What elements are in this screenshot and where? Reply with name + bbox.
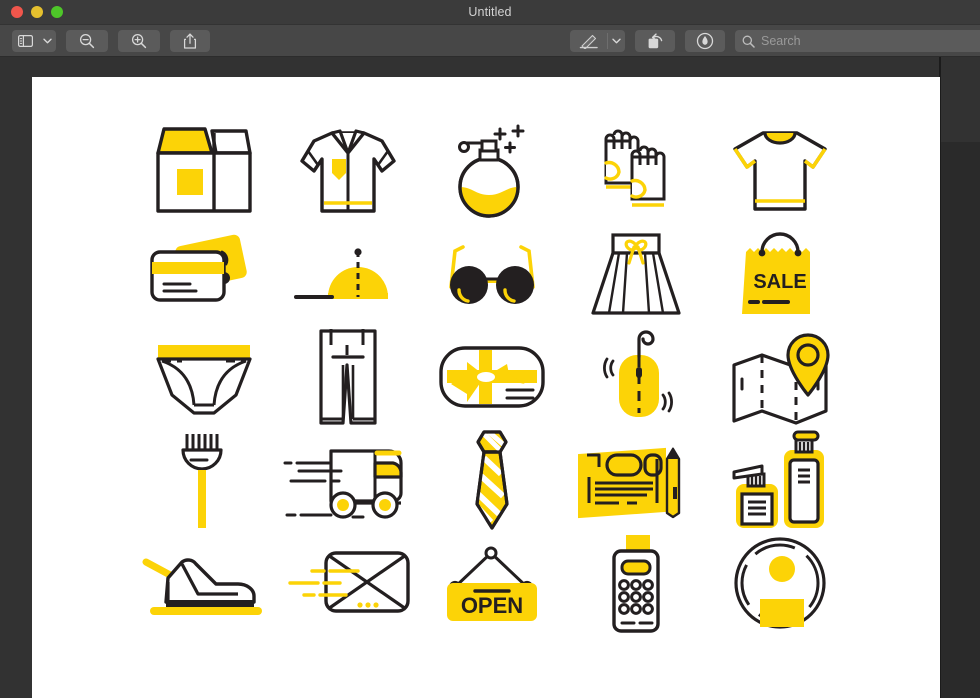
preview-window: Untitled Search SALE OPEN <box>0 0 980 698</box>
skirt-icon <box>564 222 708 325</box>
chevron-down-icon[interactable] <box>608 30 625 52</box>
sidebar-icon[interactable] <box>12 30 39 52</box>
underwear-icon <box>132 325 276 428</box>
customer-avatar-icon <box>708 531 852 634</box>
toolbar-left-group <box>12 30 210 52</box>
map-pin-icon <box>708 325 852 428</box>
document-viewport[interactable]: SALE OPEN <box>0 57 980 698</box>
rotate-button[interactable] <box>635 30 675 52</box>
magnifier-plus-icon <box>131 33 147 49</box>
sale-bag-label: SALE <box>753 271 806 293</box>
zoom-out-button[interactable] <box>66 30 108 52</box>
viewport-edge-shadow <box>941 142 980 698</box>
price-tag-icon <box>564 325 708 428</box>
search-input[interactable]: Search <box>735 30 980 52</box>
share-icon <box>183 33 197 49</box>
pen-icon[interactable] <box>570 30 607 52</box>
markup-tool-button[interactable] <box>570 30 625 52</box>
gift-card-icon <box>420 325 564 428</box>
polo-shirt-icon <box>276 119 420 222</box>
sneaker-icon <box>132 531 276 634</box>
share-button[interactable] <box>170 30 210 52</box>
baseball-cap-icon <box>276 222 420 325</box>
zoom-in-button[interactable] <box>118 30 160 52</box>
icon-grid: SALE OPEN <box>132 119 852 634</box>
toolbar-right-group: Search <box>570 30 980 52</box>
sale-bag-icon: SALE <box>708 222 852 325</box>
open-sign-icon: OPEN <box>420 531 564 634</box>
search-placeholder-text: Search <box>761 34 801 48</box>
magnifier-minus-icon <box>79 33 95 49</box>
annotate-button[interactable] <box>685 30 725 52</box>
toolbar: Search <box>0 25 980 57</box>
open-box-icon <box>132 119 276 222</box>
title-bar: Untitled <box>0 0 980 25</box>
perfume-bottle-icon <box>420 119 564 222</box>
tshirt-icon <box>708 119 852 222</box>
open-sign-label: OPEN <box>461 593 523 618</box>
card-terminal-icon <box>564 531 708 634</box>
sidebar-toggle-button[interactable] <box>12 30 56 52</box>
necktie-icon <box>420 428 564 531</box>
trousers-icon <box>276 325 420 428</box>
envelope-icon <box>276 531 420 634</box>
newspaper-pencil-icon <box>564 428 708 531</box>
credit-cards-icon <box>132 222 276 325</box>
chevron-down-icon[interactable] <box>39 30 55 52</box>
search-icon <box>742 35 755 48</box>
highlighter-circle-icon <box>696 32 714 50</box>
soap-dispensers-icon <box>708 428 852 531</box>
gloves-icon <box>564 119 708 222</box>
window-title: Untitled <box>468 5 512 19</box>
rotate-icon <box>648 32 662 48</box>
document-page: SALE OPEN <box>32 77 940 698</box>
sunglasses-icon <box>420 222 564 325</box>
delivery-truck-icon <box>276 428 420 531</box>
hair-brush-icon <box>132 428 276 531</box>
